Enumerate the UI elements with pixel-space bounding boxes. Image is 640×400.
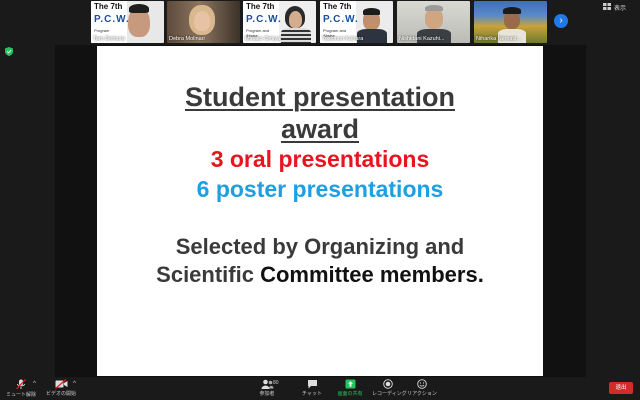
next-page-button[interactable]: ›: [554, 14, 568, 28]
chat-button[interactable]: チャット: [299, 379, 325, 397]
unmute-label: ミュート解除: [5, 392, 36, 398]
poster-presentations-text: 6 poster presentations: [196, 176, 444, 202]
logo-text: P.C.W.: [94, 14, 130, 25]
slide-title-line2: award: [280, 114, 360, 144]
presentation-slide: Student presentation award 3 oral presen…: [97, 46, 543, 376]
slide-title-line1: Student presentation: [184, 82, 455, 112]
logo-text: Program: [94, 28, 110, 33]
participants-label: 参加者: [259, 391, 275, 397]
audio-options-caret-icon[interactable]: ^: [33, 381, 36, 387]
participant-name: Taro Demura: [93, 36, 125, 42]
participant-tile[interactable]: The 7th P.C.W. Program and Abstra Toshin…: [320, 1, 393, 43]
logo-text: P.C.W.: [323, 14, 359, 25]
logo-text: The 7th: [323, 2, 352, 11]
record-icon: [383, 379, 393, 389]
share-screen-label: 画面の共有: [337, 391, 363, 397]
view-grid-icon: [603, 3, 611, 10]
chat-bubble-icon: [307, 380, 317, 389]
record-label: レコーディング: [372, 391, 407, 397]
participant-name: Debra Molinari: [169, 36, 205, 42]
selected-by-line1: Selected by Organizing and: [175, 234, 465, 259]
participant-hair: [425, 5, 443, 11]
participant-hair: [363, 8, 380, 15]
record-button[interactable]: レコーディング: [372, 379, 407, 397]
logo-text: The 7th: [94, 2, 123, 11]
meeting-toolbar: ミュート解除 ^ ビデオの開始 ^ 参加者 80 チャット 画面の共有 レコーデ…: [0, 377, 640, 400]
participant-name: Minako Omiya: [245, 36, 281, 42]
participant-hair: [129, 4, 149, 13]
participant-name: Toshinori Kohara: [322, 36, 364, 42]
selected-by-line2: Scientific Committee members.: [97, 262, 543, 288]
view-button[interactable]: 表示: [614, 3, 626, 12]
smiley-icon: [417, 379, 427, 389]
share-screen-button[interactable]: 画面の共有: [336, 379, 364, 397]
share-screen-icon: [345, 379, 355, 389]
oral-presentations-text: 3 oral presentations: [210, 146, 430, 172]
video-options-caret-icon[interactable]: ^: [73, 381, 76, 387]
chevron-right-icon: ›: [559, 15, 563, 26]
reactions-label: リアクション: [407, 391, 437, 397]
selected-by-committee: Committee members.: [260, 262, 484, 287]
participant-strip: The 7th P.C.W. Program Taro Demura Debra…: [0, 0, 640, 45]
microphone-muted-icon: [16, 379, 26, 390]
selected-by-scientific: Scientific: [156, 262, 261, 287]
logo-text: P.C.W.: [246, 14, 282, 25]
participant-tile[interactable]: The 7th P.C.W. Program Taro Demura: [91, 1, 164, 43]
participant-face: [194, 11, 210, 31]
participant-tile[interactable]: Nishidani Kazuhi...: [397, 1, 470, 43]
chat-label: チャット: [302, 391, 322, 397]
reactions-button[interactable]: リアクション: [407, 379, 437, 397]
participants-icon: [261, 379, 273, 389]
participant-tile[interactable]: Debra Molinari: [167, 1, 240, 43]
video-off-icon: [54, 379, 67, 389]
participants-count: 80: [273, 380, 279, 386]
participant-tile[interactable]: Niharika Nemavi...: [474, 1, 547, 43]
leave-meeting-button[interactable]: 退出: [609, 382, 633, 394]
participant-shirt: [281, 28, 311, 43]
start-video-label: ビデオの開始: [45, 391, 76, 397]
participant-name: Nishidani Kazuhi...: [399, 36, 445, 42]
participant-hair: [503, 7, 521, 14]
security-shield-icon[interactable]: [5, 47, 13, 56]
participant-name: Niharika Nemavi...: [476, 36, 521, 42]
participant-face: [289, 11, 302, 28]
participant-tile[interactable]: The 7th P.C.W. Program and Abstra Minako…: [243, 1, 316, 43]
logo-text: The 7th: [246, 2, 275, 11]
